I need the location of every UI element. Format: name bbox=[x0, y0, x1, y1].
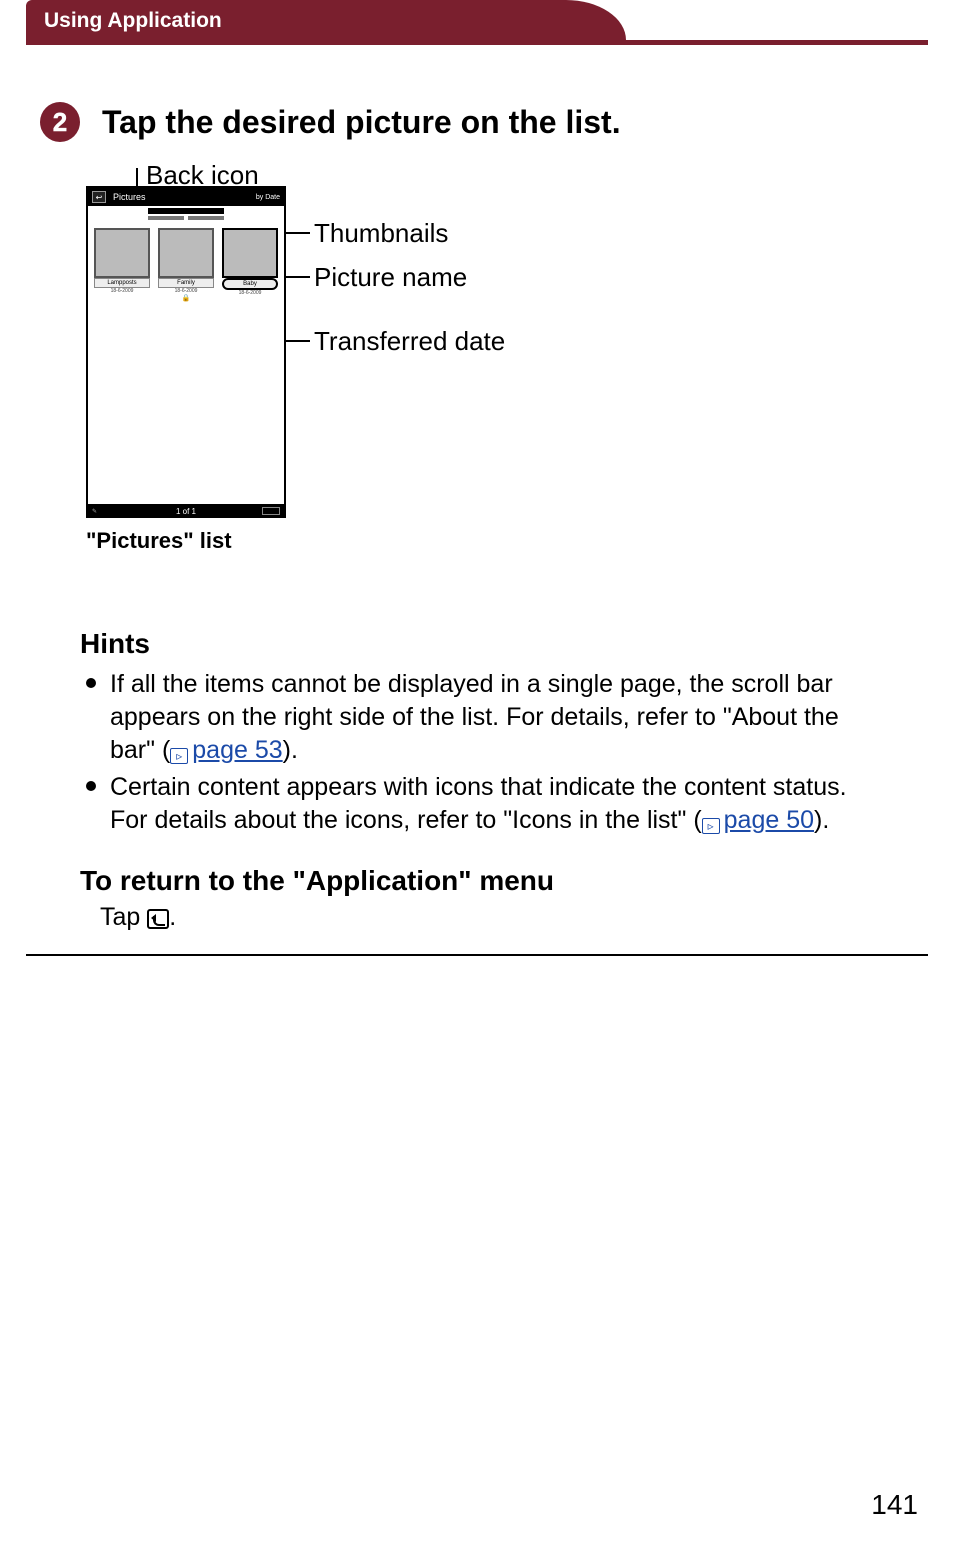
page-link-icon: ▹ bbox=[702, 818, 720, 834]
step-title: Tap the desired picture on the list. bbox=[102, 104, 621, 141]
device-sort-label: by Date bbox=[256, 194, 280, 201]
callout-thumbnails: Thumbnails bbox=[314, 218, 448, 249]
device-thumb-name: Baby bbox=[222, 278, 278, 290]
figure-area: Back icon Thumbnails Picture name Transf… bbox=[86, 160, 954, 580]
section-header: Using Application bbox=[0, 0, 954, 46]
device-thumb: Lampposts 18-6-2009 bbox=[94, 228, 150, 302]
device-screenshot: ↩ Pictures by Date Lampposts 18-6-2009 F… bbox=[86, 186, 286, 518]
callout-transferred-date: Transferred date bbox=[314, 326, 505, 357]
back-button-icon bbox=[147, 909, 169, 929]
step-number: 2 bbox=[53, 107, 67, 138]
return-text: Tap . bbox=[100, 903, 874, 932]
device-thumb-name: Family bbox=[158, 278, 214, 288]
device-thumb: Family 18-6-2009 🔒 bbox=[158, 228, 214, 302]
hints-heading: Hints bbox=[80, 628, 874, 660]
hint-text: ). bbox=[283, 736, 298, 764]
page-number: 141 bbox=[871, 1489, 918, 1521]
hint-item: Certain content appears with icons that … bbox=[102, 771, 874, 837]
device-thumb-name: Lampposts bbox=[94, 278, 150, 288]
section-title: Using Application bbox=[44, 9, 222, 33]
device-screen-title: Pictures bbox=[113, 192, 146, 202]
page-link-icon: ▹ bbox=[170, 748, 188, 764]
step-number-badge: 2 bbox=[40, 102, 80, 142]
device-thumb-date: 18-6-2009 bbox=[94, 288, 150, 294]
figure-caption: "Pictures" list bbox=[86, 528, 232, 554]
device-option-icon: ✎ bbox=[92, 508, 97, 515]
page-link[interactable]: page 50 bbox=[724, 806, 814, 834]
lock-icon: 🔒 bbox=[158, 294, 214, 302]
device-back-icon: ↩ bbox=[92, 191, 106, 203]
return-section: To return to the "Application" menu Tap … bbox=[80, 865, 874, 932]
device-pager: 1 of 1 bbox=[176, 507, 196, 516]
device-thumb-date: 18-6-2009 bbox=[222, 290, 278, 296]
step-heading: 2 Tap the desired picture on the list. bbox=[40, 102, 954, 142]
page-link[interactable]: page 53 bbox=[192, 736, 282, 764]
device-thumb: Baby 18-6-2009 bbox=[222, 228, 278, 302]
hints-section: Hints If all the items cannot be display… bbox=[80, 628, 874, 837]
section-divider bbox=[26, 954, 928, 956]
hint-item: If all the items cannot be displayed in … bbox=[102, 668, 874, 767]
callout-picture-name: Picture name bbox=[314, 262, 467, 293]
return-heading: To return to the "Application" menu bbox=[80, 865, 874, 897]
battery-icon bbox=[262, 507, 280, 515]
hint-text: ). bbox=[814, 806, 829, 834]
